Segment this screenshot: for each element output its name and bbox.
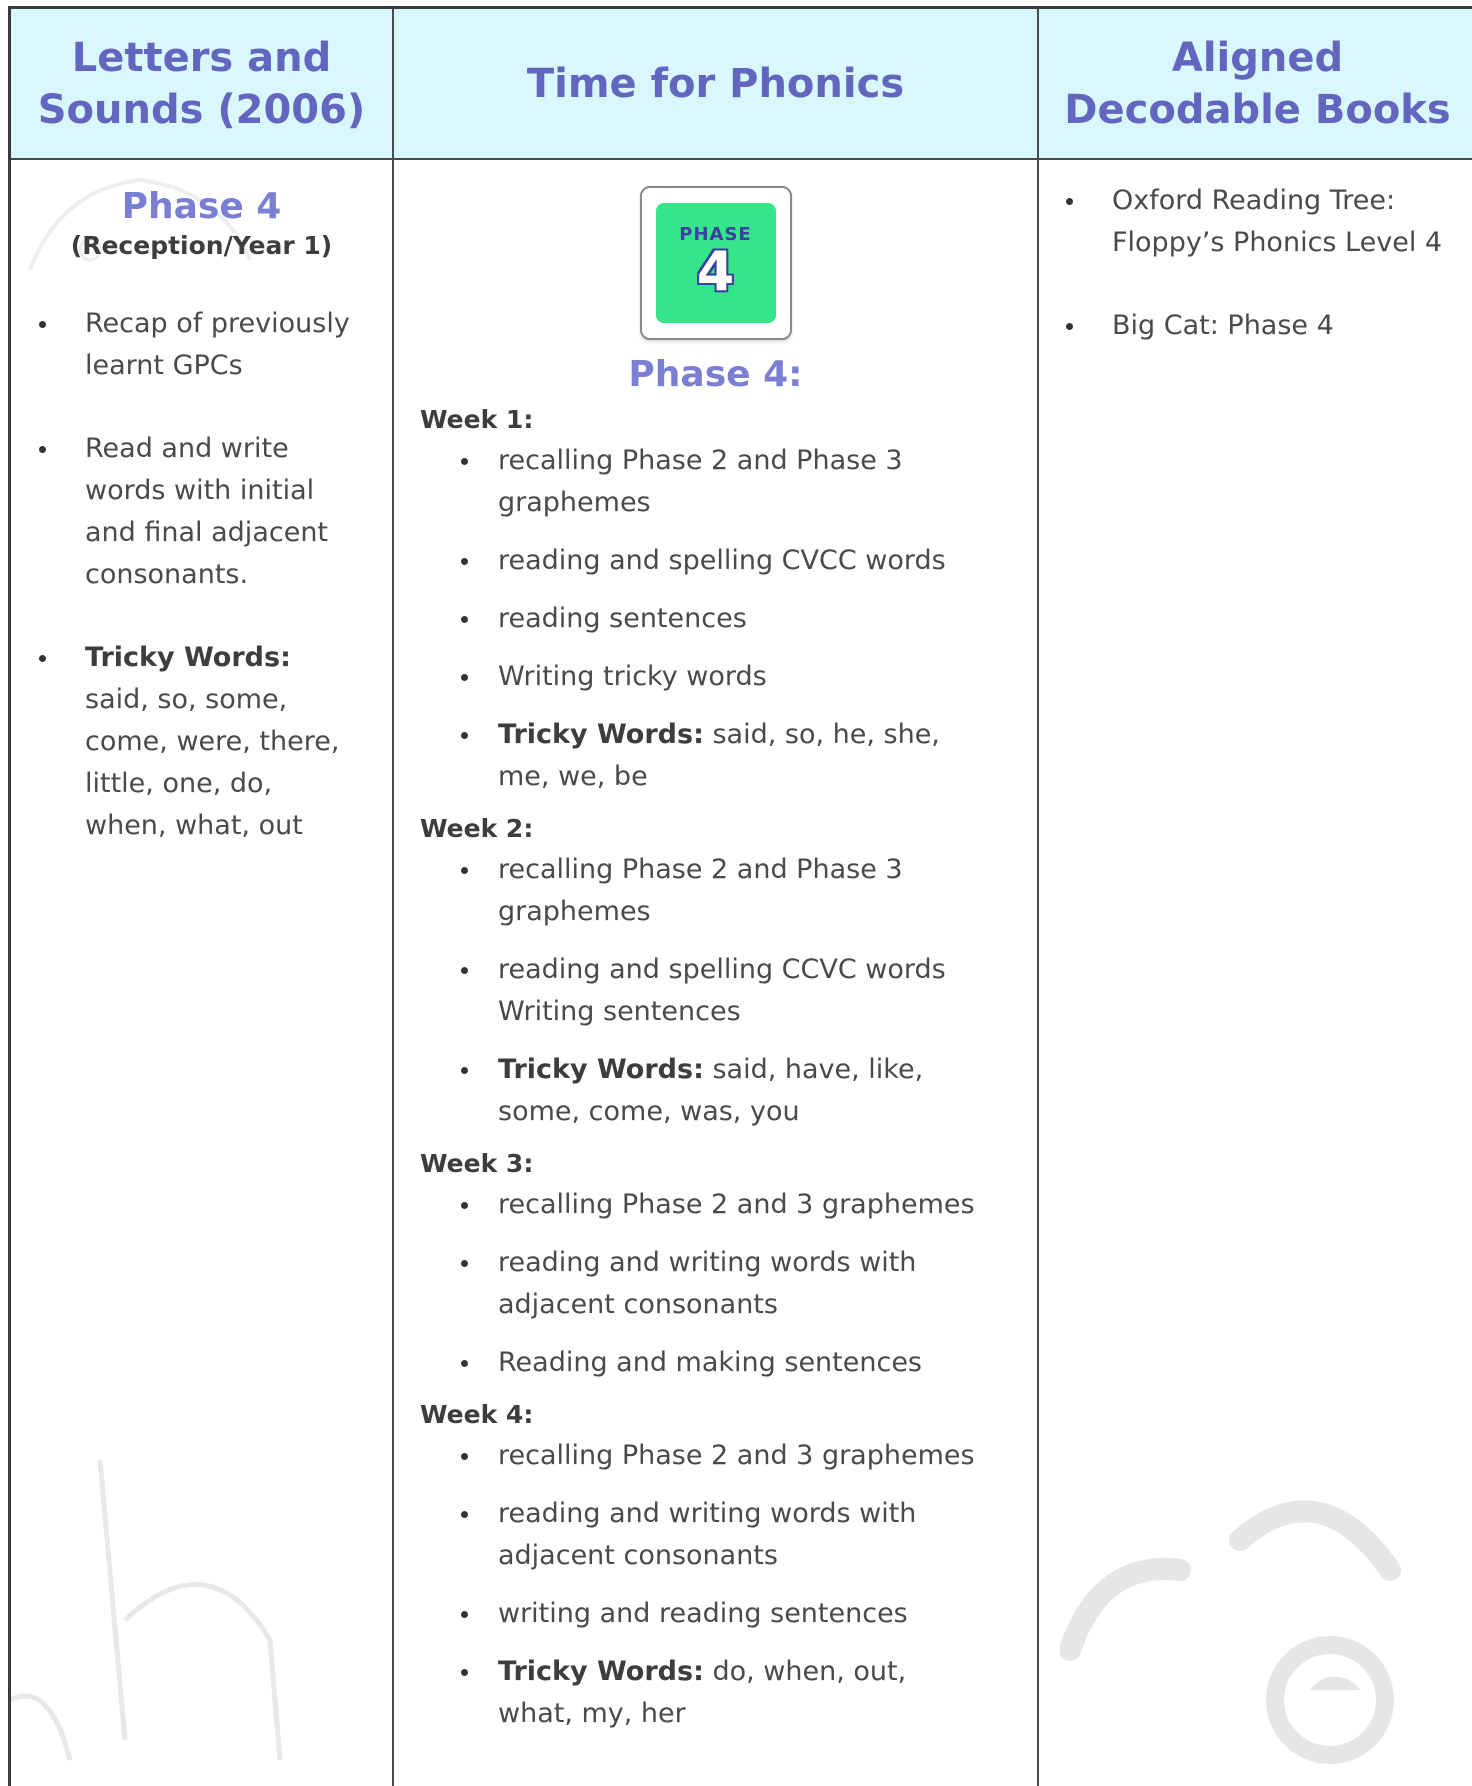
decodable-books-column: Aligned Decodable Books Oxford Reading T…: [1039, 9, 1472, 1786]
week-label: Week 4:: [420, 1400, 534, 1429]
letters-and-sounds-body: Phase 4 (Reception/Year 1) Recap of prev…: [11, 186, 392, 847]
week-4-list: recalling Phase 2 and 3 graphemes readin…: [394, 1435, 1037, 1735]
list-item: recalling Phase 2 and 3 graphemes: [394, 1435, 978, 1477]
books-list: Oxford Reading Tree: Floppy’s Phonics Le…: [1039, 180, 1472, 347]
list-item: recalling Phase 2 and Phase 3 graphemes: [394, 849, 978, 933]
list-item: Oxford Reading Tree: Floppy’s Phonics Le…: [1039, 180, 1452, 264]
phase-subtitle: (Reception/Year 1): [70, 231, 333, 260]
badge-number: 4: [696, 240, 735, 303]
page: Letters and Sounds (2006) Phase 4 (Recep…: [0, 0, 1472, 1786]
week-label: Week 1:: [420, 405, 534, 434]
week-label: Week 3:: [420, 1149, 534, 1178]
list-item: reading and writing words with adjacent …: [394, 1242, 978, 1326]
decodable-books-body: Oxford Reading Tree: Floppy’s Phonics Le…: [1039, 160, 1472, 347]
phase-title: Phase 4: [121, 186, 282, 227]
list-item: writing and reading sentences: [394, 1593, 978, 1635]
list-item: recalling Phase 2 and Phase 3 graphemes: [394, 440, 978, 524]
list-item: Reading and making sentences: [394, 1342, 978, 1384]
letters-and-sounds-header: Letters and Sounds (2006): [11, 9, 392, 160]
list-item: reading and spelling CVCC words: [394, 540, 978, 582]
curriculum-table: Letters and Sounds (2006) Phase 4 (Recep…: [8, 6, 1472, 1786]
list-item: reading and spelling CCVC words Writing …: [394, 949, 978, 1033]
week-2-list: recalling Phase 2 and Phase 3 graphemes …: [394, 849, 1037, 1133]
time-for-phonics-body: PHASE 4 Phase 4: Week 1: recalling Phase…: [394, 186, 1037, 1735]
list-item: Tricky Words: said, so, he, she, me, we,…: [394, 714, 978, 798]
list-item: reading and writing words with adjacent …: [394, 1493, 978, 1577]
list-item: Tricky Words: do, when, out, what, my, h…: [394, 1651, 978, 1735]
list-item: reading sentences: [394, 598, 978, 640]
week-label: Week 2:: [420, 814, 534, 843]
list-item: Writing tricky words: [394, 656, 978, 698]
letters-and-sounds-column: Letters and Sounds (2006) Phase 4 (Recep…: [11, 9, 394, 1786]
phase-title: Phase 4:: [628, 354, 803, 395]
list-item: Tricky Words: said, so, some, come, were…: [11, 637, 355, 847]
list-item: recalling Phase 2 and 3 graphemes: [394, 1184, 978, 1226]
week-3-list: recalling Phase 2 and 3 graphemes readin…: [394, 1184, 1037, 1384]
week-1-list: recalling Phase 2 and Phase 3 graphemes …: [394, 440, 1037, 798]
list-item: Read and write words with initial and fi…: [11, 428, 355, 596]
decodable-books-header: Aligned Decodable Books: [1039, 9, 1472, 160]
phase-badge: PHASE 4: [639, 186, 792, 340]
list-item: Recap of previously learnt GPCs: [11, 303, 355, 387]
list-item: Big Cat: Phase 4: [1039, 305, 1452, 347]
phase-objectives-list: Recap of previously learnt GPCs Read and…: [11, 303, 392, 847]
time-for-phonics-column: Time for Phonics PHASE 4 Phase 4: Week 1…: [394, 9, 1039, 1786]
list-item: Tricky Words: said, have, like, some, co…: [394, 1049, 978, 1133]
time-for-phonics-header: Time for Phonics: [394, 9, 1037, 160]
